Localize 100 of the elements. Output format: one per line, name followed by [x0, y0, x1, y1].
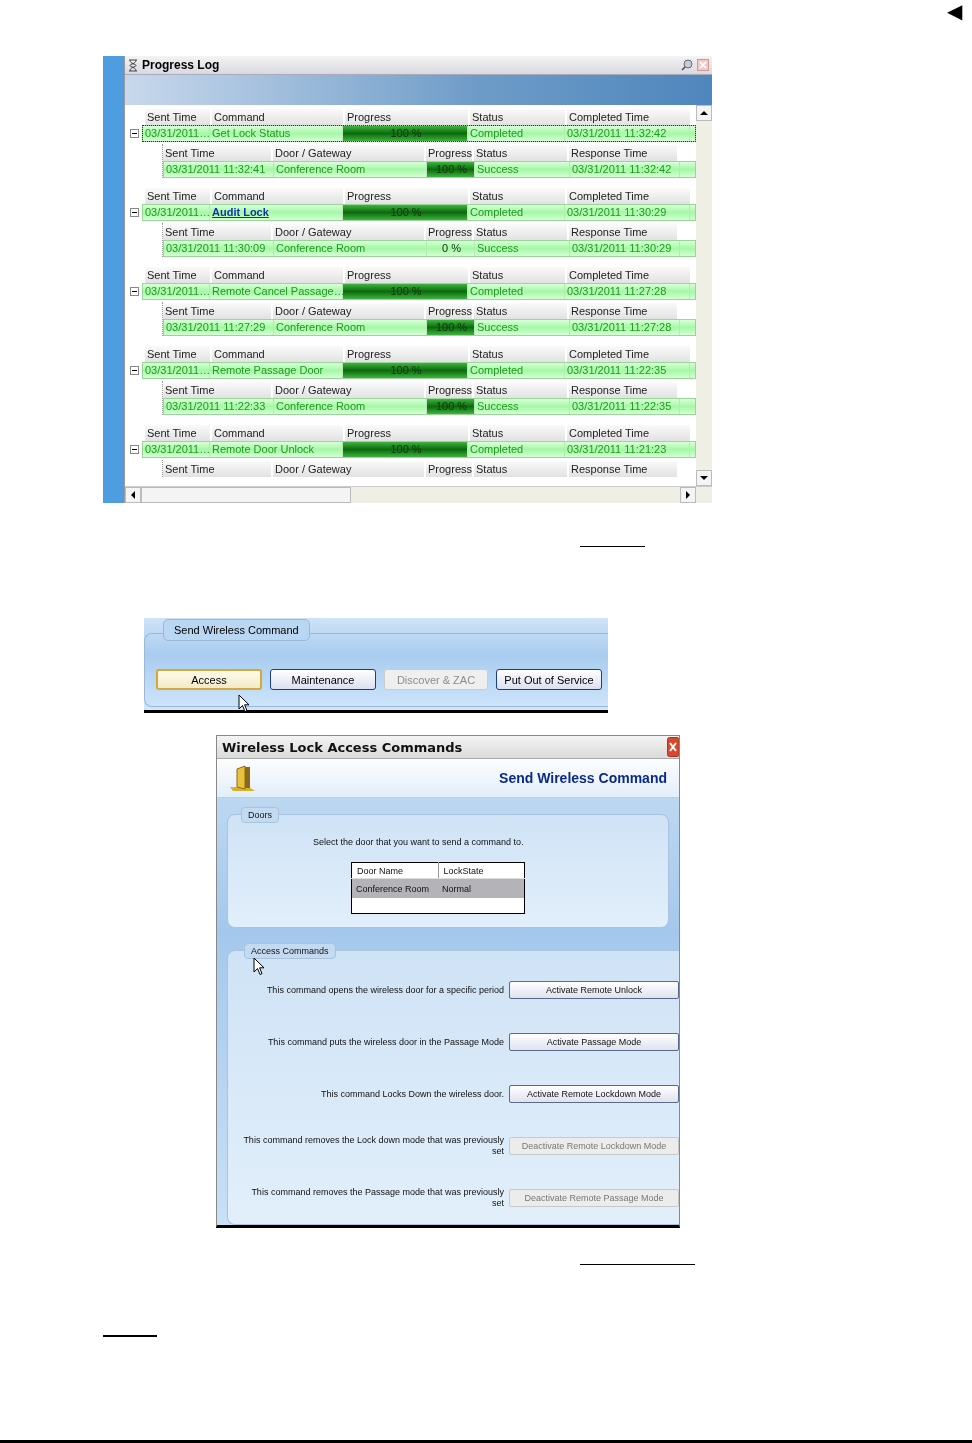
- progress-bar: 100 %: [343, 126, 468, 141]
- table-cell: 03/31/2011 11:27:28: [570, 320, 680, 335]
- column-header[interactable]: Progress: [426, 302, 472, 319]
- column-header[interactable]: Door / Gateway: [273, 381, 424, 398]
- column-header[interactable]: Response Time: [569, 302, 677, 319]
- table-cell: 03/31/2011 11:22:33: [164, 399, 274, 414]
- window-title: Progress Log: [142, 58, 221, 72]
- column-header[interactable]: Sent Time: [163, 381, 271, 398]
- column-header[interactable]: Sent Time: [145, 187, 210, 204]
- column-header[interactable]: Command: [212, 345, 343, 362]
- column-header[interactable]: Sent Time: [145, 108, 210, 125]
- column-header[interactable]: Door / Gateway: [273, 302, 424, 319]
- column-header[interactable]: LockState: [438, 862, 525, 879]
- collapse-icon[interactable]: [130, 445, 139, 454]
- column-header[interactable]: Status: [470, 187, 565, 204]
- progress-bar: 100 %: [427, 399, 475, 414]
- group-title: Access Commands: [244, 943, 336, 959]
- column-header[interactable]: Sent Time: [145, 424, 210, 441]
- log-row[interactable]: 03/31/2011…Audit Lock 100 % Completed 03/31/2011 11:30:29: [142, 204, 696, 221]
- column-header[interactable]: Door / Gateway: [273, 144, 424, 161]
- column-header[interactable]: Progress: [426, 460, 472, 477]
- column-header[interactable]: Progress: [345, 187, 468, 204]
- column-header[interactable]: Progress: [426, 223, 472, 240]
- table-cell: Completed: [468, 126, 565, 141]
- table-cell: 03/31/2011…: [143, 205, 210, 220]
- collapse-icon[interactable]: [130, 287, 139, 296]
- collapse-icon[interactable]: [130, 208, 139, 217]
- column-header[interactable]: Status: [470, 345, 565, 362]
- column-header[interactable]: Sent Time: [145, 266, 210, 283]
- column-header[interactable]: Progress: [426, 381, 472, 398]
- command-description: This command opens the wireless door for a specific period: [265, 984, 504, 996]
- column-header[interactable]: Completed Time: [567, 345, 690, 362]
- group-title: Doors: [241, 807, 279, 823]
- group-title: Send Wireless Command: [163, 619, 310, 641]
- column-header[interactable]: Sent Time: [163, 302, 271, 319]
- vertical-scrollbar[interactable]: [696, 105, 712, 486]
- column-header[interactable]: Status: [474, 381, 567, 398]
- table-cell: 03/31/2011 11:32:41: [164, 162, 274, 177]
- column-header[interactable]: Sent Time: [163, 460, 271, 477]
- column-header[interactable]: Completed Time: [567, 266, 690, 283]
- column-header[interactable]: Command: [212, 266, 343, 283]
- command-link[interactable]: Audit Lock: [212, 206, 269, 218]
- table-cell: 03/31/2011 11:27:28: [565, 284, 690, 299]
- progress-bar: 100 %: [343, 284, 468, 299]
- close-icon[interactable]: [667, 737, 679, 757]
- scroll-thumb[interactable]: [141, 487, 351, 503]
- column-header[interactable]: Status: [470, 424, 565, 441]
- scroll-left-icon[interactable]: [125, 487, 141, 503]
- scroll-right-icon[interactable]: [680, 487, 696, 503]
- column-header[interactable]: Response Time: [569, 144, 677, 161]
- progress-bar: 100 %: [343, 363, 468, 378]
- column-header[interactable]: Command: [212, 108, 343, 125]
- column-header[interactable]: Command: [212, 424, 343, 441]
- table-cell: 03/31/2011 11:21:23: [565, 442, 690, 457]
- column-header[interactable]: Status: [474, 144, 567, 161]
- column-header[interactable]: Completed Time: [567, 187, 690, 204]
- command-button[interactable]: Activate Passage Mode: [509, 1033, 679, 1051]
- door-icon: [229, 765, 256, 791]
- progress-bar: 100 %: [427, 320, 475, 335]
- column-header[interactable]: Completed Time: [567, 424, 690, 441]
- table-row[interactable]: Conference Room Normal: [351, 878, 525, 898]
- column-header[interactable]: Response Time: [569, 460, 677, 477]
- column-header[interactable]: Status: [470, 266, 565, 283]
- scroll-down-icon[interactable]: [696, 470, 712, 486]
- column-header[interactable]: Progress: [345, 266, 468, 283]
- column-header[interactable]: Progress: [345, 108, 468, 125]
- response-row[interactable]: 03/31/2011 11:30:09 Conference Room 0 % Success 03/31/2011 11:30:29: [163, 240, 696, 257]
- table-cell: Completed: [468, 363, 565, 378]
- table-cell: Success: [475, 241, 570, 256]
- column-header[interactable]: Progress: [426, 144, 472, 161]
- column-header[interactable]: Response Time: [569, 381, 677, 398]
- command-button[interactable]: Maintenance: [270, 669, 376, 690]
- column-header[interactable]: Completed Time: [567, 108, 690, 125]
- column-header[interactable]: Progress: [345, 345, 468, 362]
- scroll-up-icon[interactable]: [696, 105, 712, 121]
- collapse-icon[interactable]: [130, 366, 139, 375]
- column-header[interactable]: Status: [470, 108, 565, 125]
- command-description: This command removes the Passage mode that was previously set: [250, 1187, 504, 1209]
- command-button[interactable]: Activate Remote Lockdown Mode: [509, 1085, 679, 1103]
- command-button[interactable]: Access: [156, 669, 262, 690]
- column-header[interactable]: Status: [474, 223, 567, 240]
- column-header[interactable]: Door / Gateway: [273, 223, 424, 240]
- column-header[interactable]: Progress: [345, 424, 468, 441]
- table-cell: 03/31/2011 11:32:42: [570, 162, 680, 177]
- command-button[interactable]: Activate Remote Unlock: [509, 981, 679, 999]
- column-header[interactable]: Response Time: [569, 223, 677, 240]
- table-cell: Completed: [468, 442, 565, 457]
- column-header[interactable]: Door / Gateway: [273, 460, 424, 477]
- table-cell: 03/31/2011…: [143, 442, 210, 457]
- column-header[interactable]: Status: [474, 302, 567, 319]
- column-header[interactable]: Sent Time: [163, 144, 271, 161]
- horizontal-scrollbar[interactable]: [125, 486, 712, 503]
- column-header[interactable]: Sent Time: [163, 223, 271, 240]
- command-button[interactable]: Put Out of Service: [496, 669, 602, 690]
- table-cell: 03/31/2011 11:27:29: [164, 320, 274, 335]
- column-header[interactable]: Sent Time: [145, 345, 210, 362]
- column-header[interactable]: Status: [474, 460, 567, 477]
- column-header[interactable]: Door Name: [351, 862, 438, 879]
- collapse-icon[interactable]: [130, 129, 139, 138]
- column-header[interactable]: Command: [212, 187, 343, 204]
